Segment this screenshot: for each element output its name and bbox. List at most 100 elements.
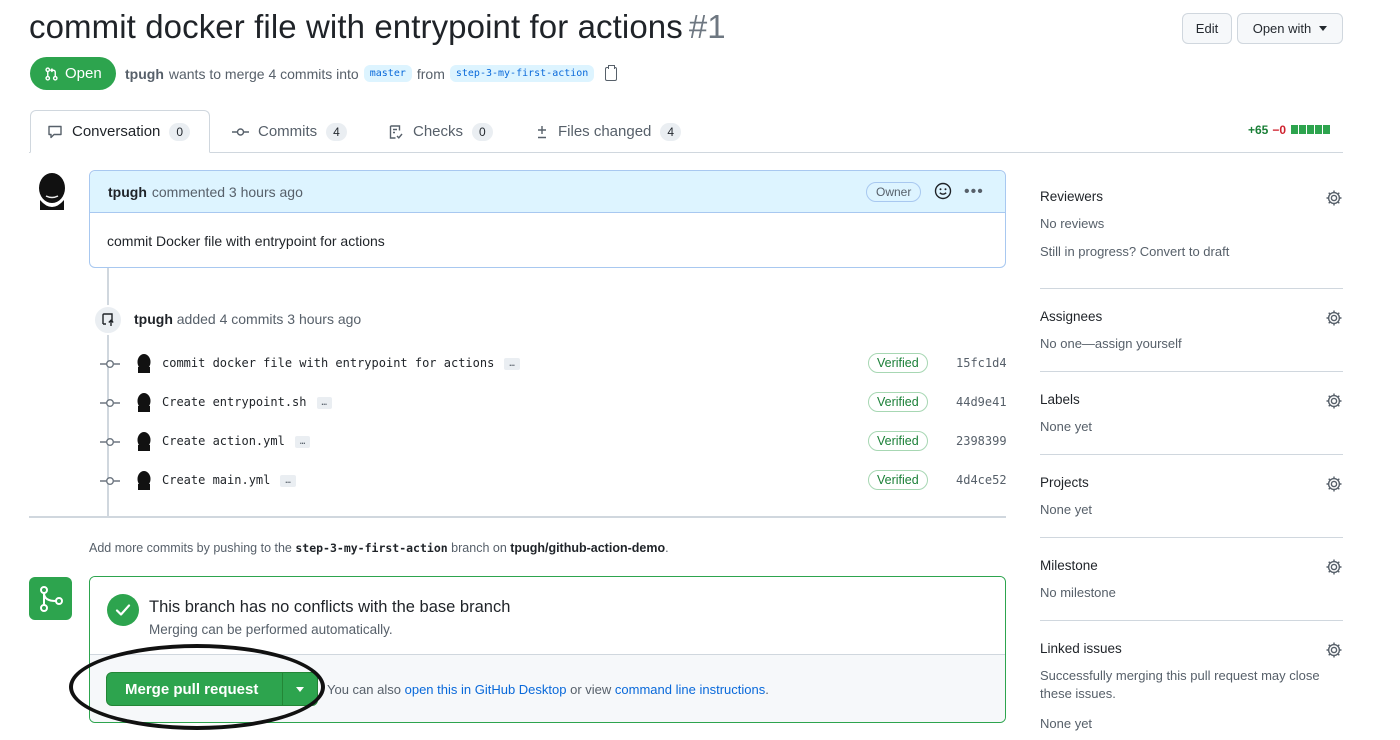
owner-badge: Owner [866, 182, 922, 202]
tab-conversation[interactable]: Conversation 0 [30, 110, 210, 153]
commit-sha[interactable]: 2398399 [956, 434, 1007, 448]
comment-box: tpugh commented 3 hours ago Owner ••• co… [89, 170, 1006, 268]
open-with-label: Open with [1252, 21, 1312, 36]
commit-row: Create main.yml… Verified 4d4ce52 [98, 468, 1007, 494]
commit-sha[interactable]: 4d4ce52 [956, 473, 1007, 487]
pr-meta: tpugh wants to merge 4 commits into mast… [125, 64, 618, 82]
sidebar-title[interactable]: Reviewers [1040, 189, 1343, 204]
tab-counter: 0 [169, 122, 191, 141]
sidebar-divider [1040, 288, 1343, 289]
commit-icon [100, 360, 120, 368]
avatar[interactable] [135, 470, 153, 490]
avatar[interactable] [33, 170, 71, 210]
copy-icon[interactable] [605, 64, 618, 81]
merge-method-dropdown[interactable] [283, 673, 317, 705]
verified-badge[interactable]: Verified [868, 470, 928, 490]
chevron-down-icon [296, 686, 304, 692]
repo-push-icon [93, 305, 123, 335]
expand-ellipsis-button[interactable]: … [280, 474, 296, 487]
verified-badge[interactable]: Verified [868, 392, 928, 412]
tab-commits[interactable]: Commits 4 [232, 110, 347, 153]
add-more-commits-hint: Add more commits by pushing to the step-… [89, 541, 669, 555]
pr-title: commit docker file with entrypoint for a… [29, 8, 726, 46]
commit-message[interactable]: commit docker file with entrypoint for a… [162, 356, 520, 370]
expand-ellipsis-button[interactable]: … [294, 435, 311, 448]
commit-sha[interactable]: 15fc1d4 [956, 356, 1007, 370]
commit-message[interactable]: Create entrypoint.sh… [162, 395, 332, 409]
sidebar-title[interactable]: Milestone [1040, 558, 1343, 573]
sidebar-milestone: Milestone No milestone [1040, 558, 1343, 602]
sidebar-value: None yet [1040, 502, 1093, 517]
tab-label: Checks [413, 123, 464, 140]
tab-counter: 4 [326, 122, 347, 141]
commit-message[interactable]: Create action.yml… [162, 434, 311, 448]
gear-icon[interactable] [1325, 309, 1343, 327]
verified-badge[interactable]: Verified [868, 353, 928, 373]
sidebar-reviewers: Reviewers No reviews Still in progress? … [1040, 189, 1343, 261]
sidebar-value: None yet [1040, 716, 1093, 731]
sidebar-projects: Projects None yet [1040, 475, 1343, 519]
comment-body: commit Docker file with entrypoint for a… [107, 233, 385, 249]
merge-pull-request-button[interactable]: Merge pull request [106, 672, 318, 706]
tab-label: Commits [258, 123, 318, 140]
author-link[interactable]: tpugh [125, 66, 164, 82]
gear-icon[interactable] [1325, 558, 1343, 576]
kebab-horizontal-icon[interactable]: ••• [964, 183, 984, 201]
from-text: from [416, 65, 445, 82]
sidebar-title[interactable]: Linked issues [1040, 641, 1343, 656]
pull-request-icon [45, 66, 58, 81]
file-diff-icon [538, 125, 546, 138]
commit-sha[interactable]: 44d9e41 [956, 395, 1007, 409]
verified-badge[interactable]: Verified [868, 431, 928, 451]
open-in-desktop-link[interactable]: open this in GitHub Desktop [405, 682, 567, 697]
expand-ellipsis-button[interactable]: … [504, 357, 520, 370]
sidebar-title[interactable]: Projects [1040, 475, 1343, 490]
merge-button-label[interactable]: Merge pull request [107, 673, 283, 705]
comment-author[interactable]: tpugh [108, 184, 147, 200]
command-line-instructions-link[interactable]: command line instructions [615, 682, 765, 697]
pr-number: #1 [688, 8, 726, 45]
base-branch[interactable]: master [363, 65, 412, 82]
merge-status: This branch has no conflicts with the ba… [90, 577, 1005, 655]
expand-ellipsis-button[interactable]: … [316, 396, 332, 409]
commit-message[interactable]: Create main.yml… [162, 473, 296, 487]
commit-row: Create action.yml… Verified 2398399 [98, 429, 1007, 455]
sidebar-title[interactable]: Labels [1040, 392, 1343, 407]
git-merge-icon [29, 577, 72, 620]
hint-repo[interactable]: tpugh/github-action-demo [510, 541, 665, 555]
gear-icon[interactable] [1325, 475, 1343, 493]
hint-branch: step-3-my-first-action [295, 541, 448, 555]
gear-icon[interactable] [1325, 641, 1343, 659]
convert-to-draft-link[interactable]: Still in progress? Convert to draft [1040, 243, 1343, 261]
sidebar-divider [1040, 620, 1343, 621]
tab-counter: 4 [660, 122, 682, 141]
commit-row: commit docker file with entrypoint for a… [98, 351, 1007, 377]
tab-files-changed[interactable]: Files changed 4 [535, 110, 682, 153]
avatar[interactable] [135, 431, 153, 451]
gear-icon[interactable] [1325, 189, 1343, 207]
sidebar-value: No milestone [1040, 585, 1116, 600]
tab-label: Files changed [558, 123, 652, 140]
push-event-text: tpugh added 4 commits 3 hours ago [134, 311, 361, 327]
avatar[interactable] [135, 392, 153, 412]
sidebar-title[interactable]: Assignees [1040, 309, 1343, 324]
diffstat[interactable]: +65 −0 [1248, 123, 1331, 137]
sidebar-divider [1040, 371, 1343, 372]
sidebar-value: Successfully merging this pull request m… [1040, 668, 1320, 701]
diffstat-additions: +65 [1248, 123, 1269, 137]
commit-icon [100, 438, 120, 446]
gear-icon[interactable] [1325, 392, 1343, 410]
chevron-down-icon [1319, 26, 1328, 31]
push-author[interactable]: tpugh [134, 311, 173, 327]
tab-checks[interactable]: Checks 0 [388, 110, 493, 153]
merge-status-heading: This branch has no conflicts with the ba… [149, 598, 511, 616]
check-icon [107, 594, 139, 626]
sidebar-divider [1040, 537, 1343, 538]
edit-button[interactable]: Edit [1182, 13, 1232, 44]
avatar[interactable] [135, 353, 153, 373]
open-with-button[interactable]: Open with [1237, 13, 1343, 44]
smiley-icon[interactable] [934, 182, 952, 200]
head-branch[interactable]: step-3-my-first-action [449, 65, 595, 82]
assign-yourself-link[interactable]: No one—assign yourself [1040, 335, 1343, 353]
diffstat-deletions: −0 [1272, 123, 1287, 137]
